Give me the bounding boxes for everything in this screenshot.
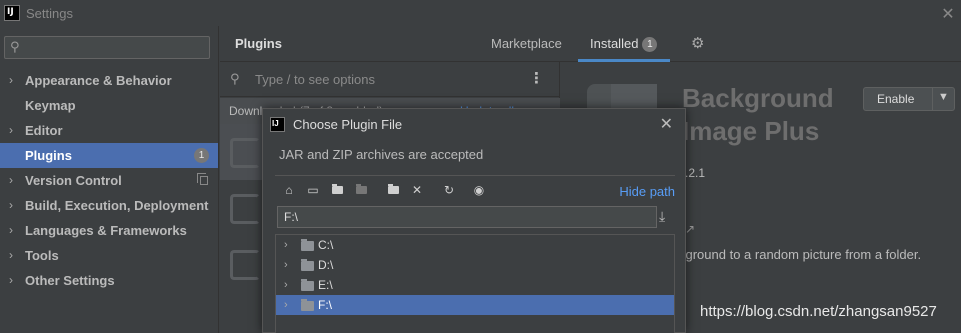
sidebar-item-label: Editor xyxy=(25,123,63,138)
window-close-icon[interactable]: ✕ xyxy=(939,4,957,24)
sidebar-item-other-settings[interactable]: › Other Settings xyxy=(0,268,218,293)
watermark: https://blog.csdn.net/zhangsan9527 xyxy=(700,303,937,320)
plugins-count-badge: 1 xyxy=(194,148,209,163)
sidebar-item-label: Build, Execution, Deployment xyxy=(25,198,209,213)
refresh-icon[interactable]: ↻ xyxy=(441,182,457,198)
plugin-title: Background Image Plus xyxy=(682,82,882,148)
path-input[interactable]: F:\ xyxy=(277,206,657,228)
project-scope-icon xyxy=(197,173,208,185)
sidebar-item-label: Plugins xyxy=(25,148,72,163)
new-folder-icon[interactable] xyxy=(385,182,401,198)
plugin-icon xyxy=(230,194,260,224)
tab-installed-label: Installed xyxy=(590,36,639,51)
dialog-title: Choose Plugin File xyxy=(293,117,403,132)
window-title: Settings xyxy=(26,5,73,21)
installed-count-badge: 1 xyxy=(642,37,658,52)
tree-item-e[interactable]: › E:\ xyxy=(276,275,674,295)
sidebar-item-languages[interactable]: › Languages & Frameworks xyxy=(0,218,218,243)
sidebar-item-version-control[interactable]: › Version Control xyxy=(0,168,218,193)
chevron-right-icon[interactable]: › xyxy=(9,193,13,218)
chevron-right-icon[interactable]: › xyxy=(9,243,13,268)
path-input-value: F:\ xyxy=(284,210,298,224)
delete-icon[interactable]: ✕ xyxy=(409,182,425,198)
enable-button-label: Enable xyxy=(877,92,915,106)
sidebar-item-label: Tools xyxy=(25,248,59,263)
intellij-icon: IJ xyxy=(4,5,20,21)
tab-installed[interactable]: Installed 1 xyxy=(590,36,658,52)
chevron-right-icon[interactable]: › xyxy=(9,68,13,93)
dropdown-arrow-icon[interactable]: ▼ xyxy=(938,91,949,103)
more-options-icon[interactable]: ⋮ xyxy=(529,69,544,87)
folder-icon xyxy=(301,239,314,251)
choose-plugin-file-dialog: IJ Choose Plugin File ✕ JAR and ZIP arch… xyxy=(262,108,686,333)
button-separator xyxy=(932,88,933,110)
dialog-description: JAR and ZIP archives are accepted xyxy=(279,147,484,162)
plugin-search-placeholder: Type / to see options xyxy=(255,72,375,87)
plugin-title-line2: Image Plus xyxy=(682,116,820,146)
settings-nav: › Appearance & Behavior Keymap › Editor … xyxy=(0,68,218,293)
plugin-icon xyxy=(230,250,260,280)
home-icon[interactable]: ⌂ xyxy=(281,182,297,198)
show-hidden-icon[interactable]: ◉ xyxy=(471,182,487,198)
settings-window: IJ Settings ✕ ⚲ › Appearance & Behavior … xyxy=(0,0,961,333)
chevron-right-icon[interactable]: › xyxy=(284,235,288,255)
sidebar-item-label: Other Settings xyxy=(25,273,115,288)
tree-item-label: D:\ xyxy=(318,258,334,272)
plugins-header: Plugins Marketplace Installed 1 ⚙ xyxy=(220,26,961,62)
tree-item-label: C:\ xyxy=(318,238,334,252)
sidebar-search-input[interactable]: ⚲ xyxy=(4,36,210,59)
chevron-right-icon[interactable]: › xyxy=(9,268,13,293)
sidebar-item-editor[interactable]: › Editor xyxy=(0,118,218,143)
sidebar-item-tools[interactable]: › Tools xyxy=(0,243,218,268)
plugin-icon xyxy=(230,138,260,168)
project-folder-icon[interactable] xyxy=(329,182,345,198)
enable-button[interactable]: Enable ▼ xyxy=(863,87,955,111)
intellij-icon: IJ xyxy=(270,117,285,132)
download-icon[interactable]: ⤓ xyxy=(659,208,665,225)
tab-marketplace[interactable]: Marketplace xyxy=(491,36,562,51)
tree-item-label: E:\ xyxy=(318,278,333,292)
dialog-title-bar: IJ Choose Plugin File ✕ xyxy=(263,109,685,139)
tree-item-c[interactable]: › C:\ xyxy=(276,235,674,255)
title-bar: IJ Settings ✕ xyxy=(0,0,961,26)
chevron-right-icon[interactable]: › xyxy=(9,168,13,193)
chevron-right-icon[interactable]: › xyxy=(284,255,288,275)
folder-icon xyxy=(301,259,314,271)
tree-item-d[interactable]: › D:\ xyxy=(276,255,674,275)
dialog-close-icon[interactable]: ✕ xyxy=(660,114,673,134)
page-title: Plugins xyxy=(235,36,282,51)
hide-path-link[interactable]: Hide path xyxy=(619,184,675,199)
sidebar-item-plugins[interactable]: Plugins 1 xyxy=(0,143,218,168)
folder-icon xyxy=(301,279,314,291)
sidebar-item-build[interactable]: › Build, Execution, Deployment xyxy=(0,193,218,218)
folder-icon xyxy=(301,299,314,311)
gear-icon[interactable]: ⚙ xyxy=(691,34,704,52)
plugin-search[interactable]: ⚲ Type / to see options ⋮ xyxy=(220,62,560,97)
sidebar-item-label: Keymap xyxy=(25,98,76,113)
external-link-icon[interactable]: ↗ xyxy=(685,222,695,236)
sidebar-item-label: Languages & Frameworks xyxy=(25,223,187,238)
desktop-icon[interactable]: ▭ xyxy=(305,182,321,198)
search-icon: ⚲ xyxy=(10,39,20,54)
module-folder-icon[interactable] xyxy=(353,182,369,198)
plugin-title-line1: Background xyxy=(682,83,834,113)
sidebar-item-keymap[interactable]: Keymap xyxy=(0,93,218,118)
sidebar-item-label: Version Control xyxy=(25,173,122,188)
tree-item-f[interactable]: › F:\ xyxy=(276,295,674,315)
sidebar-item-appearance[interactable]: › Appearance & Behavior xyxy=(0,68,218,93)
search-icon: ⚲ xyxy=(230,71,240,86)
chevron-right-icon[interactable]: › xyxy=(284,295,288,315)
settings-sidebar: ⚲ › Appearance & Behavior Keymap › Edito… xyxy=(0,26,219,333)
chevron-right-icon[interactable]: › xyxy=(9,218,13,243)
sidebar-item-label: Appearance & Behavior xyxy=(25,73,172,88)
plugin-description: kground to a random picture from a folde… xyxy=(679,247,922,262)
file-tree: › C:\ › D:\ › E:\ › F:\ xyxy=(275,234,675,333)
plugin-version: .2.1 xyxy=(685,166,706,180)
chevron-right-icon[interactable]: › xyxy=(9,118,13,143)
chevron-right-icon[interactable]: › xyxy=(284,275,288,295)
file-chooser-toolbar: ⌂ ▭ ✕ ↻ ◉ Hide path xyxy=(275,175,675,201)
tree-item-label: F:\ xyxy=(318,298,332,312)
